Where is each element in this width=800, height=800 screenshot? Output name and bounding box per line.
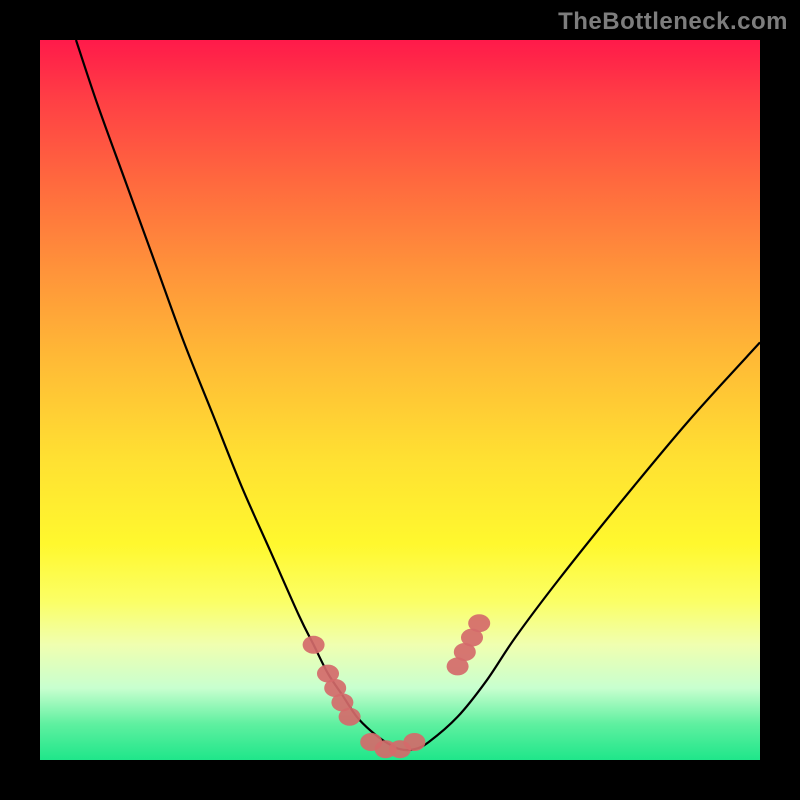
marker-dot (468, 614, 490, 632)
marker-dot (339, 708, 361, 726)
marker-dot (303, 636, 325, 654)
chart-frame: TheBottleneck.com (0, 0, 800, 800)
marker-cluster-bottom (360, 733, 425, 758)
marker-cluster-left (303, 636, 361, 726)
curve-layer (76, 40, 760, 750)
marker-cluster-right (447, 614, 491, 675)
attribution-label: TheBottleneck.com (558, 8, 788, 36)
marker-dot (403, 733, 425, 751)
plot-area (40, 40, 760, 760)
chart-svg (40, 40, 760, 760)
bottleneck-curve (76, 40, 760, 750)
